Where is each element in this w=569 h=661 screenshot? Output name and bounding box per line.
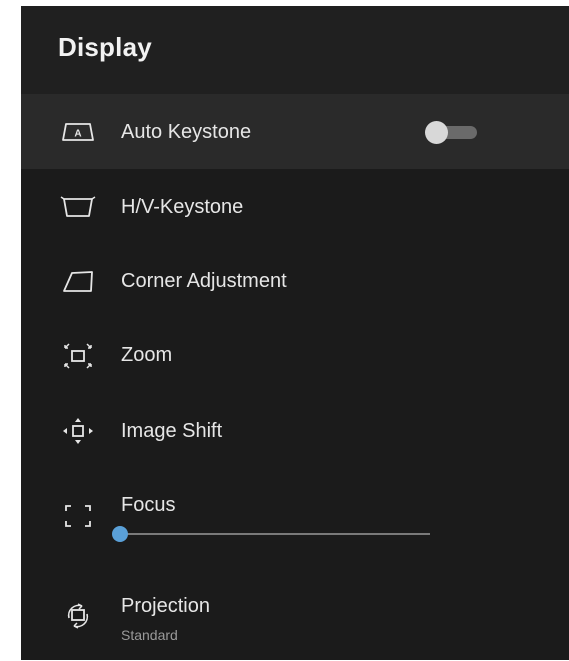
menu-item-projection[interactable]: Projection Standard <box>21 586 569 661</box>
header: Display <box>21 6 569 94</box>
display-settings-panel: Display A Auto Keystone H/V-Keystone Cor… <box>21 6 569 660</box>
focus-icon <box>65 505 91 527</box>
menu-item-label: Projection <box>121 595 210 617</box>
slider-track <box>120 533 430 535</box>
menu-item-label: H/V-Keystone <box>121 196 244 218</box>
menu-item-label: Corner Adjustment <box>121 270 287 292</box>
menu-item-focus[interactable]: Focus <box>21 480 569 562</box>
image-shift-icon <box>63 418 93 444</box>
hv-keystone-icon <box>60 196 96 217</box>
menu-item-label: Auto Keystone <box>121 121 252 143</box>
menu-item-hv-keystone[interactable]: H/V-Keystone <box>21 170 569 245</box>
page-title: Display <box>58 32 152 62</box>
menu-item-corner-adjustment[interactable]: Corner Adjustment <box>21 245 569 320</box>
corner-adjustment-icon <box>63 271 93 292</box>
menu-item-zoom[interactable]: Zoom <box>21 319 569 394</box>
projection-value: Standard <box>121 627 178 643</box>
svg-text:A: A <box>74 129 81 140</box>
slider-thumb[interactable] <box>112 526 128 542</box>
toggle-knob <box>425 121 448 144</box>
menu-item-label: Focus <box>121 494 176 516</box>
menu-item-auto-keystone[interactable]: A Auto Keystone <box>21 94 569 169</box>
menu-item-image-shift[interactable]: Image Shift <box>21 393 569 468</box>
focus-slider[interactable] <box>112 526 438 542</box>
projection-icon <box>67 603 89 629</box>
menu-item-label: Image Shift <box>121 420 223 442</box>
auto-keystone-toggle[interactable] <box>425 121 479 144</box>
zoom-icon <box>64 343 92 369</box>
menu-item-label: Zoom <box>121 344 173 366</box>
auto-keystone-icon: A <box>62 123 94 141</box>
